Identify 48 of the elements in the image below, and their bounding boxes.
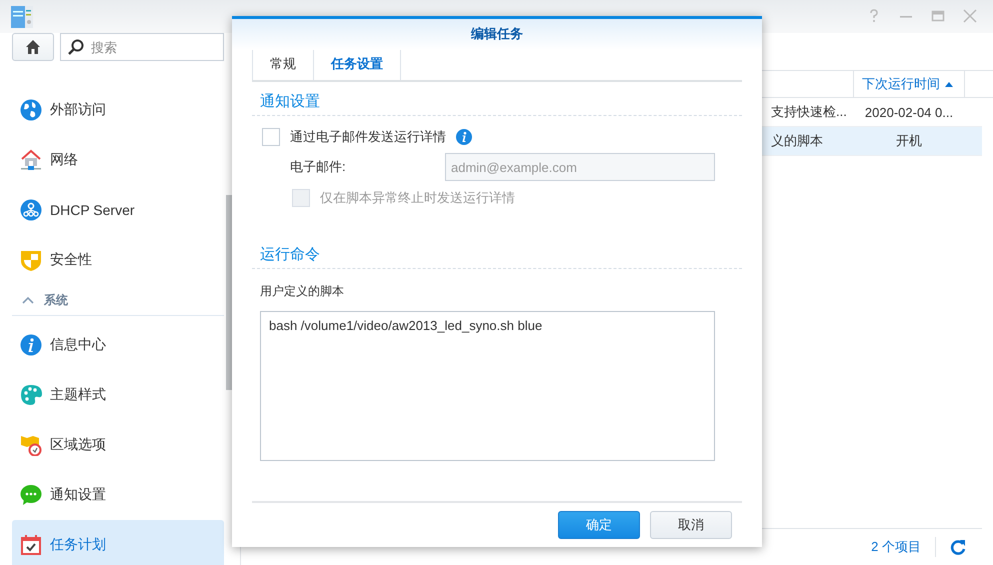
search-icon bbox=[68, 39, 84, 55]
sidebar-item[interactable]: 安全性 bbox=[12, 235, 224, 285]
checkbox-label: 通过电子邮件发送运行详情 bbox=[290, 128, 446, 146]
globe-icon bbox=[20, 99, 42, 121]
field-label: 用户定义的脚本 bbox=[260, 283, 345, 300]
section-heading: 通知设置 bbox=[252, 82, 742, 116]
network-nodes-icon bbox=[20, 199, 42, 221]
refresh-icon[interactable] bbox=[950, 539, 966, 555]
script-field[interactable]: bash /volume1/video/aw2013_led_syno.sh blue bbox=[260, 311, 715, 461]
sidebar-item[interactable]: 网络 bbox=[12, 135, 224, 185]
scrollbar[interactable] bbox=[226, 195, 232, 390]
app-logo-icon bbox=[11, 4, 33, 28]
chevron-up-icon[interactable] bbox=[22, 296, 34, 304]
sidebar-item[interactable]: 主题样式 bbox=[12, 370, 224, 420]
sidebar-item[interactable]: 通知设置 bbox=[12, 470, 224, 520]
maximize-icon[interactable] bbox=[931, 9, 945, 23]
sidebar-item[interactable]: 任务计划 bbox=[12, 520, 224, 565]
column-header[interactable]: 下次运行时间 bbox=[853, 71, 965, 97]
checkbox-label: 仅在脚本异常终止时发送运行详情 bbox=[320, 189, 515, 207]
chat-icon bbox=[20, 484, 42, 506]
cancel-button[interactable]: 取消 bbox=[650, 511, 732, 539]
dialog-title: 编辑任务 bbox=[232, 19, 762, 50]
sidebar-item[interactable]: 外部访问 bbox=[12, 85, 224, 135]
map-clock-icon bbox=[20, 434, 42, 456]
calendar-check-icon bbox=[20, 534, 42, 556]
table-cell-text: 2020-02-04 0... bbox=[864, 104, 954, 120]
home-button[interactable] bbox=[12, 33, 54, 61]
sidebar-item[interactable]: 信息中心 bbox=[12, 320, 224, 370]
table-cell-text: 支持快速检... bbox=[771, 103, 848, 121]
shield-icon bbox=[20, 249, 42, 271]
house-icon bbox=[20, 149, 42, 171]
info-icon bbox=[20, 334, 42, 356]
sidebar-item[interactable]: 区域选项 bbox=[12, 420, 224, 470]
home-icon bbox=[25, 39, 41, 55]
sidebar-item[interactable]: DHCP Server bbox=[12, 185, 224, 235]
field-label: 电子邮件: bbox=[290, 158, 347, 176]
item-count: 2 个项目 bbox=[871, 538, 921, 556]
tab[interactable]: 任务设置 bbox=[313, 50, 401, 80]
info-icon[interactable] bbox=[456, 129, 472, 145]
section-heading: 运行命令 bbox=[252, 235, 742, 269]
close-icon[interactable] bbox=[963, 9, 977, 23]
checkbox[interactable] bbox=[262, 128, 280, 146]
search-field[interactable]: 搜索 bbox=[60, 33, 224, 61]
section-header[interactable]: 系统 bbox=[44, 292, 68, 308]
table-cell-text: 开机 bbox=[895, 132, 923, 150]
palette-icon bbox=[20, 384, 42, 406]
table-cell-text: 义的脚本 bbox=[771, 132, 824, 150]
tab[interactable]: 常规 bbox=[252, 50, 313, 80]
